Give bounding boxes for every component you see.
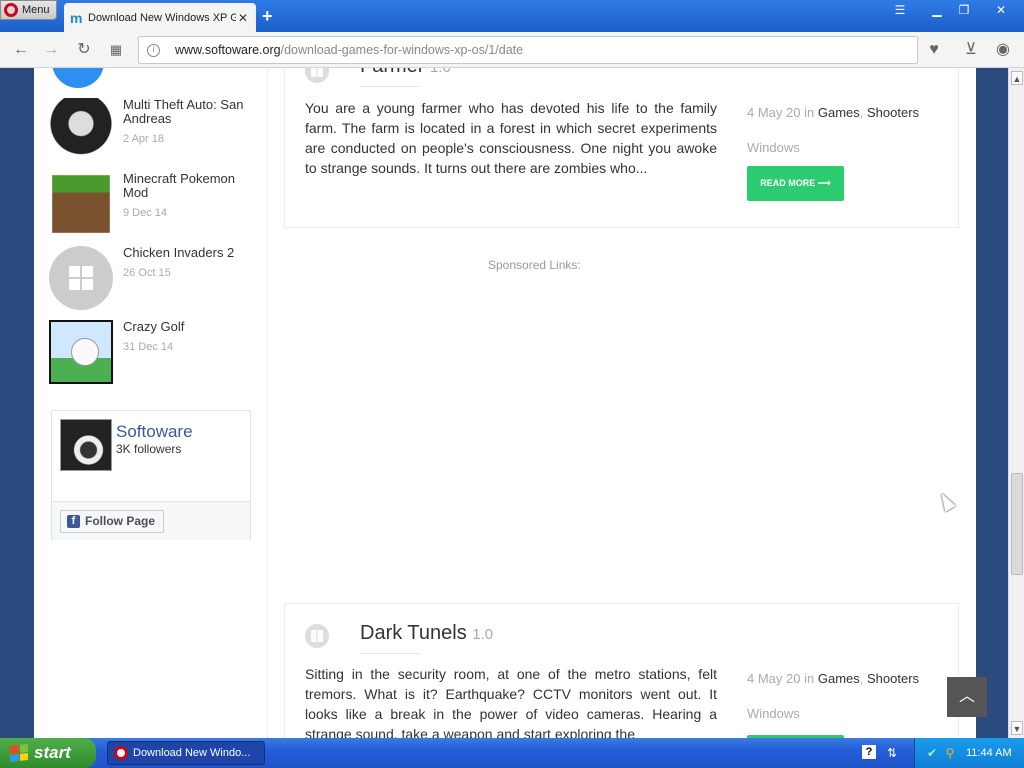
site-info-icon[interactable]: i [147, 44, 160, 57]
fb-footer: f Follow Page [52, 501, 250, 540]
windows-icon [305, 624, 329, 648]
sidebar-item-date: 26 Oct 15 [123, 267, 171, 279]
post-os: Windows [747, 706, 800, 721]
reload-icon[interactable]: ↻ [75, 41, 93, 59]
category-link[interactable]: Games [818, 671, 860, 686]
security-shield-icon[interactable]: ✔ [925, 746, 939, 760]
speed-dial-icon[interactable]: ▦ [107, 41, 125, 59]
tab-title: Download New Windows XP G [88, 11, 236, 24]
post-version: 1.0 [472, 626, 494, 643]
windows-flag-icon [10, 744, 28, 762]
close-window-button[interactable]: ✕ [990, 3, 1012, 19]
taskbar-window-label: Download New Windo... [133, 747, 251, 759]
follow-page-button[interactable]: f Follow Page [60, 510, 165, 533]
sidebar-item[interactable]: Multi Theft Auto: San Andreas 2 Apr 18 [49, 98, 264, 162]
help-icon[interactable]: ? [862, 745, 876, 759]
url-domain: www.softoware.org [175, 43, 281, 57]
navigation-bar: ← → ↻ ▦ i www.softoware.org/download-gam… [0, 32, 1024, 68]
back-icon[interactable]: ← [12, 41, 30, 59]
tab-menu-icon[interactable]: ☰ [889, 3, 911, 19]
start-label: start [34, 743, 71, 762]
minecraft-thumbnail[interactable] [52, 175, 110, 233]
page-content: Multi Theft Auto: San Andreas 2 Apr 18 M… [34, 68, 987, 738]
post-card: Farmer 1.0 You are a young farmer who ha… [284, 68, 959, 228]
mta-thumbnail[interactable] [49, 98, 113, 162]
heart-icon[interactable]: ♥ [925, 41, 943, 59]
sidebar-item-title[interactable]: Multi Theft Auto: San Andreas [123, 98, 263, 126]
sidebar-item[interactable]: Minecraft Pokemon Mod 9 Dec 14 [49, 172, 264, 236]
new-tab-button[interactable]: + [262, 6, 273, 27]
windows-icon[interactable] [49, 246, 113, 310]
scroll-up-arrow-icon[interactable]: ▲ [1011, 71, 1023, 85]
post-excerpt: You are a young farmer who has devoted h… [305, 100, 717, 176]
title-divider [360, 86, 420, 87]
minimize-button[interactable]: ▁ [926, 3, 948, 19]
site-favicon-icon: m [70, 9, 83, 26]
follow-page-label: Follow Page [85, 514, 156, 528]
title-divider [360, 653, 420, 654]
taskbar: start Download New Windo... ? ⇅ ✔ ⚲ 11:4… [0, 738, 1024, 768]
sidebar-item-date: 9 Dec 14 [123, 207, 168, 219]
taskbar-window-button[interactable]: Download New Windo... [107, 741, 265, 765]
sidebar-item-date: 31 Dec 14 [123, 341, 174, 353]
golf-thumbnail[interactable] [49, 320, 113, 384]
search-icon[interactable]: ⚲ [943, 746, 957, 760]
category-link[interactable]: Shooters [867, 671, 919, 686]
sidebar-item-title[interactable]: Chicken Invaders 2 [123, 246, 263, 260]
read-more-button[interactable]: READ MORE ⟶ [747, 166, 844, 201]
scroll-to-top-button[interactable]: ︿ [947, 677, 987, 717]
start-button[interactable]: start [0, 738, 96, 768]
fb-page-avatar[interactable] [60, 419, 112, 471]
sidebar-item-date: 2 Apr 18 [123, 133, 164, 145]
fb-followers-count: 3K followers [116, 442, 182, 456]
sidebar-item[interactable]: Crazy Golf 31 Dec 14 [49, 320, 264, 384]
facebook-icon: f [67, 515, 80, 528]
tab-close-icon[interactable]: ✕ [236, 11, 250, 25]
maximize-button[interactable]: ❐ [953, 3, 975, 19]
opera-icon [114, 746, 128, 760]
browser-titlebar: Menu m Download New Windows XP G ✕ + ☰ ▁… [0, 0, 1024, 32]
fb-page-name[interactable]: Softoware [116, 422, 193, 442]
post-date: 4 May 20 [747, 105, 801, 120]
system-tray: ✔ ⚲ 11:44 AM [914, 738, 1024, 768]
url-text[interactable]: www.softoware.org/download-games-for-win… [175, 43, 523, 57]
account-icon[interactable]: ◉ [994, 41, 1012, 59]
sidebar-item-title[interactable]: Crazy Golf [123, 320, 263, 334]
facebook-widget: Softoware 3K followers f Follow Page [51, 410, 251, 540]
system-clock[interactable]: 11:44 AM [966, 747, 1012, 759]
sidebar-item[interactable]: Chicken Invaders 2 26 Oct 15 [49, 246, 264, 310]
page-viewport: Multi Theft Auto: San Andreas 2 Apr 18 M… [0, 68, 1008, 738]
arrow-up-icon: ︿ [958, 688, 975, 705]
windows-icon [305, 68, 329, 83]
post-excerpt: Sitting in the security room, at one of … [305, 666, 717, 738]
sidebar-item-title[interactable]: Minecraft Pokemon Mod [123, 172, 263, 200]
post-date: 4 May 20 [747, 671, 801, 686]
post-title[interactable]: Farmer 1.0 [360, 68, 451, 78]
post-title[interactable]: Dark Tunels 1.0 [360, 622, 493, 645]
forward-icon[interactable]: → [42, 41, 60, 59]
address-bar[interactable]: i www.softoware.org/download-games-for-w… [138, 36, 918, 64]
category-link[interactable]: Games [818, 105, 860, 120]
scroll-down-arrow-icon[interactable]: ▼ [1011, 721, 1023, 735]
page-scrollbar[interactable]: ▲ ▼ [1008, 68, 1024, 738]
sidebar: Multi Theft Auto: San Andreas 2 Apr 18 M… [34, 68, 268, 738]
post-card: Dark Tunels 1.0 Sitting in the security … [284, 603, 959, 738]
scrollbar-thumb[interactable] [1011, 473, 1023, 575]
previous-item-thumbnail[interactable] [52, 68, 104, 88]
post-version: 1.0 [430, 68, 451, 76]
category-link[interactable]: Shooters [867, 105, 919, 120]
post-meta: 4 May 20 in Games, Shooters [747, 671, 920, 686]
download-icon[interactable]: ⊻ [962, 41, 980, 59]
opera-menu-button[interactable]: Menu [0, 0, 57, 20]
tab-active[interactable]: m Download New Windows XP G ✕ [64, 3, 256, 32]
sponsored-links-label: Sponsored Links: [488, 258, 581, 272]
post-os: Windows [747, 140, 800, 155]
network-icon[interactable]: ⇅ [885, 746, 899, 760]
post-meta: 4 May 20 in Games, Shooters [747, 105, 920, 120]
opera-icon [4, 3, 18, 17]
url-path: /download-games-for-windows-xp-os/1/date [280, 43, 524, 57]
menu-label: Menu [22, 4, 50, 16]
